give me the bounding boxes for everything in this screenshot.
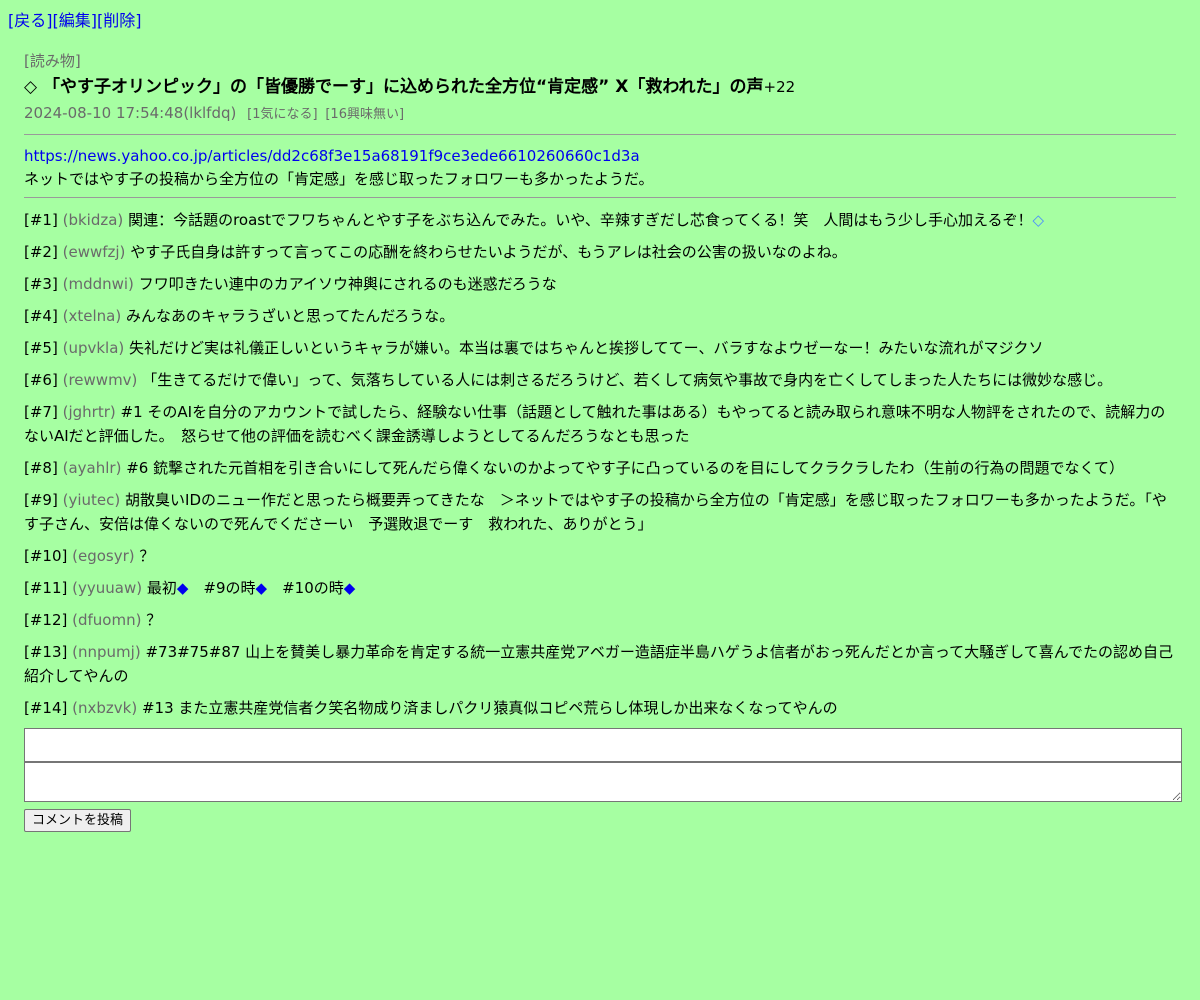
comment-item: [#10] (egosyr) ？ [24,544,1176,568]
comment-text: 失礼だけど実は礼儀正しいというキャラが嫌い。本当は裏ではちゃんと挨拶しててー、バ… [129,339,1044,357]
interested-button[interactable]: [1気になる] [247,107,317,122]
comment-item: [#11] (yyuuaw) 最初◆ #9の時◆ #10の時◆ [24,576,1176,600]
post-title-text: 「やす子オリンピック」の「皆優勝でーす」に込められた全方位“肯定感” X「救われ… [43,77,764,97]
comment-number[interactable]: [#11] [24,579,67,597]
comment-text: #9の時 [188,579,256,597]
comment-text: 関連：今話題のroastでフワちゃんとやす子をぶち込んでみた。いや、辛辣すぎだし… [128,211,1033,229]
edit-link[interactable]: [編集] [53,11,98,30]
divider [24,197,1176,198]
comment-user-id: (bkidza) [62,211,124,229]
comment-item: [#7] (jghrtr) #1 そのAIを自分のアカウントで試したら、経験ない… [24,400,1176,448]
comment-number[interactable]: [#4] [24,307,58,325]
comment-user-id: (nnpumj) [72,643,141,661]
comment-item: [#1] (bkidza) 関連：今話題のroastでフワちゃんとやす子をぶち込… [24,208,1176,232]
comment-user-id: (egosyr) [72,547,135,565]
submit-comment-button[interactable]: コメントを投稿 [24,809,132,832]
post-meta: 2024-08-10 17:54:48(lklfdq) [1気になる] [16興… [24,102,1176,126]
diamond-icon[interactable]: ◆ [344,579,356,597]
comment-text: みんなあのキャラうざいと思ってたんだろうな。 [125,307,455,325]
comment-item: [#2] (ewwfzj) やす子氏自身は許すって言ってこの応酬を終わらせたいよ… [24,240,1176,264]
comment-number[interactable]: [#9] [24,491,58,509]
post-category: [読み物] [24,52,81,70]
comment-user-id: (yyuuaw) [72,579,143,597]
comment-form: コメントを投稿 [24,728,1182,832]
article-link[interactable]: https://news.yahoo.co.jp/articles/dd2c68… [24,147,640,165]
delete-link[interactable]: [削除] [97,11,142,30]
comment-number[interactable]: [#5] [24,339,58,357]
diamond-outline-icon[interactable]: ◇ [1033,211,1045,229]
comment-number[interactable]: [#7] [24,403,58,421]
comment-user-id: (xtelna) [62,307,122,325]
comment-item: [#4] (xtelna) みんなあのキャラうざいと思ってたんだろうな。 [24,304,1176,328]
comment-text: #13 また立憲共産党信者ク笑名物成り済ましパクリ猿真似コピペ荒らし体現しか出来… [141,699,838,717]
comment-text: 胡散臭いIDのニュー作だと思ったら概要弄ってきたな ＞ネットではやす子の投稿から… [24,491,1167,533]
comment-item: [#9] (yiutec) 胡散臭いIDのニュー作だと思ったら概要弄ってきたな … [24,488,1176,536]
comment-number[interactable]: [#14] [24,699,67,717]
comment-user-id: (ayahlr) [62,459,122,477]
comment-number[interactable]: [#13] [24,643,67,661]
post-container: [読み物] ◇ 「やす子オリンピック」の「皆優勝でーす」に込められた全方位“肯定… [24,50,1182,832]
comment-text: #10の時 [267,579,344,597]
post-author: (lklfdq) [183,104,237,122]
comment-list: [#1] (bkidza) 関連：今話題のroastでフワちゃんとやす子をぶち込… [24,208,1176,720]
comment-user-id: (yiutec) [62,491,121,509]
back-link[interactable]: [戻る] [8,11,53,30]
post-summary: ネットではやす子の投稿から全方位の「肯定感」を感じ取ったフォロワーも多かったよう… [24,170,654,188]
comment-number[interactable]: [#12] [24,611,67,629]
comment-number[interactable]: [#8] [24,459,58,477]
comment-text: #6 銃撃された元首相を引き合いにして死んだら偉くないのかよってやす子に凸ってい… [126,459,1125,477]
comment-item: [#5] (upvkla) 失礼だけど実は礼儀正しいというキャラが嫌い。本当は裏… [24,336,1176,360]
post-datetime: 2024-08-10 17:54:48 [24,104,184,122]
comment-item: [#13] (nnpumj) #73#75#87 山上を賛美し暴力革命を肯定する… [24,640,1176,688]
diamond-icon[interactable]: ◆ [256,579,268,597]
divider [24,134,1176,135]
comment-item: [#3] (mddnwi) フワ叩きたい連中のカアイソウ神輿にされるのも迷惑だろ… [24,272,1176,296]
comment-user-id: (rewwmv) [62,371,138,389]
post-score: +22 [763,78,796,96]
comment-item: [#12] (dfuomn) ？ [24,608,1176,632]
comment-number[interactable]: [#1] [24,211,58,229]
comment-text: フワ叩きたい連中のカアイソウ神輿にされるのも迷惑だろうな [138,275,557,293]
comment-text: #1 そのAIを自分のアカウントで試したら、経験ない仕事（話題として触れた事はあ… [24,403,1166,445]
comment-text: やす子氏自身は許すって言ってこの応酬を終わらせたいようだが、もうアレは社会の公害… [130,243,847,261]
comment-number[interactable]: [#2] [24,243,58,261]
comment-user-id: (jghrtr) [62,403,116,421]
comment-user-id: (nxbzvk) [72,699,138,717]
comment-user-id: (ewwfzj) [62,243,126,261]
comment-name-input[interactable] [24,728,1182,762]
post-title: ◇ 「やす子オリンピック」の「皆優勝でーす」に込められた全方位“肯定感” X「救… [24,74,1176,100]
comment-text: #73#75#87 山上を賛美し暴力革命を肯定する統一立憲共産党アベガー造語症半… [24,643,1173,685]
comment-text: 「生きてるだけで偉い」って、気落ちしている人には刺さるだろうけど、若くして病気や… [142,371,1113,389]
comment-item: [#8] (ayahlr) #6 銃撃された元首相を引き合いにして死んだら偉くな… [24,456,1176,480]
not-interested-button[interactable]: [16興味無い] [325,107,404,122]
comment-number[interactable]: [#3] [24,275,58,293]
article-link-line: https://news.yahoo.co.jp/articles/dd2c68… [24,145,1176,167]
top-nav: [戻る][編集][削除] [8,10,142,32]
comment-text: ？ [146,611,162,629]
diamond-icon[interactable]: ◆ [177,579,189,597]
comment-number[interactable]: [#6] [24,371,58,389]
comment-user-id: (mddnwi) [62,275,134,293]
title-marker-icon: ◇ [24,77,38,97]
comment-item: [#14] (nxbzvk) #13 また立憲共産党信者ク笑名物成り済ましパクリ… [24,696,1176,720]
comment-text: 最初 [146,579,177,597]
comment-number[interactable]: [#10] [24,547,67,565]
comment-user-id: (upvkla) [62,339,125,357]
comment-user-id: (dfuomn) [72,611,142,629]
comment-text: ？ [139,547,155,565]
comment-item: [#6] (rewwmv) 「生きてるだけで偉い」って、気落ちしている人には刺さ… [24,368,1176,392]
comment-body-textarea[interactable] [24,762,1182,802]
